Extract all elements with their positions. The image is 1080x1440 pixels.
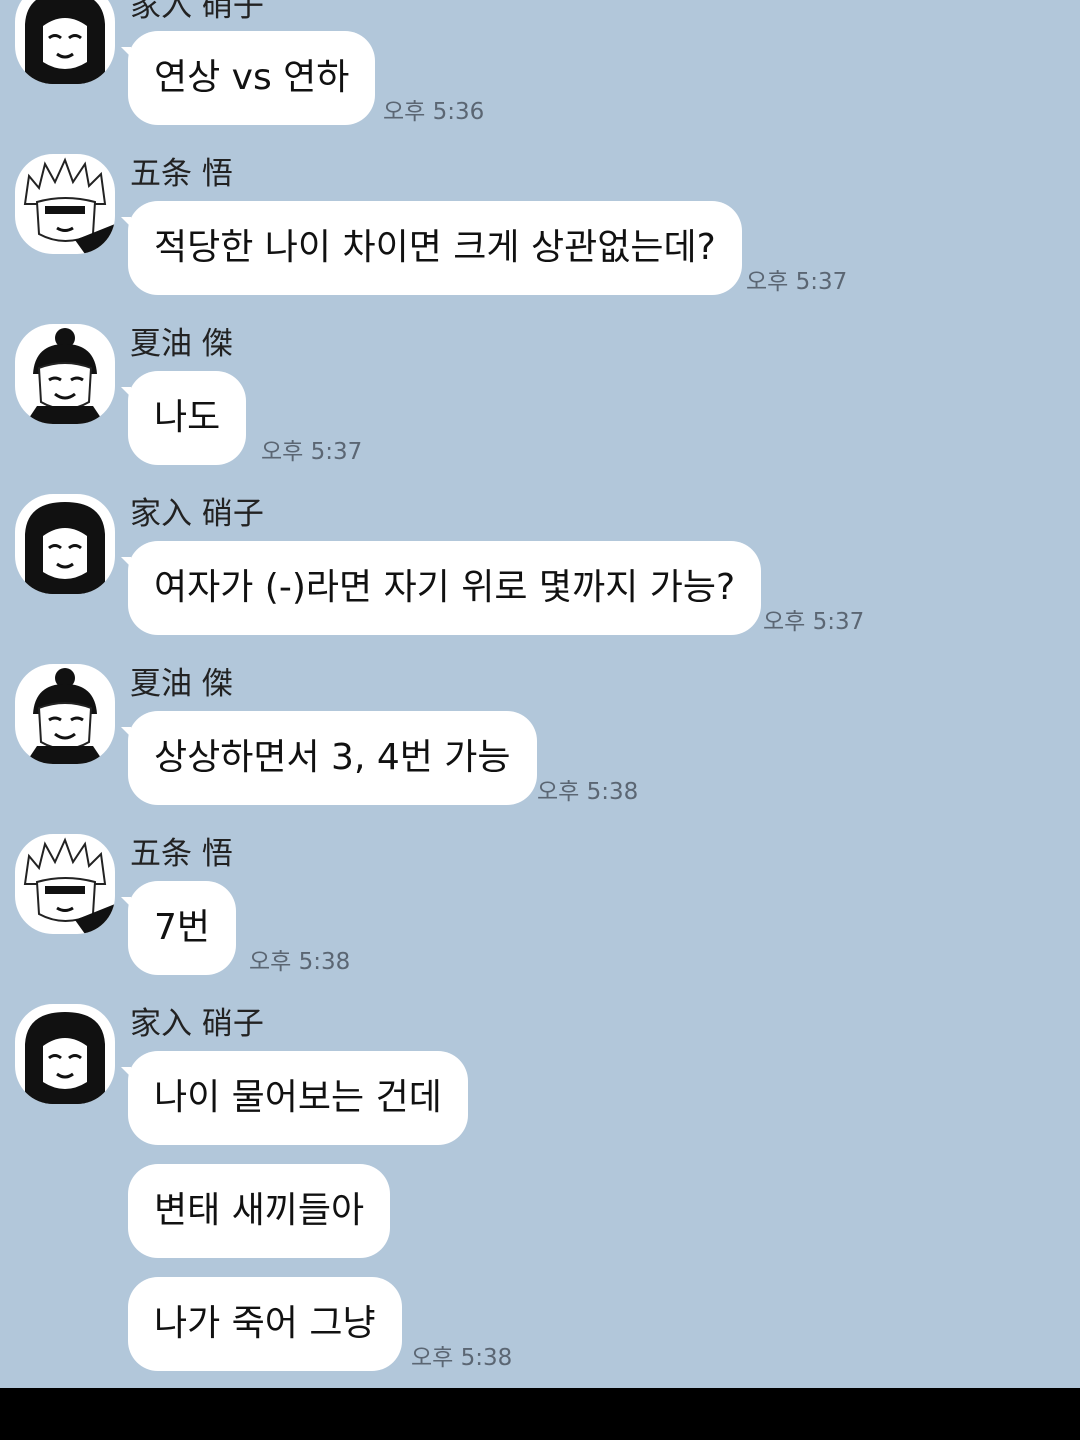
sender-name: 五条 悟 — [130, 156, 233, 192]
message-bubble[interactable]: 상상하면서 3, 4번 가능 — [121, 711, 537, 805]
sender-name: 家入 硝子 — [130, 496, 264, 532]
sender-name: 家入 硝子 — [130, 1006, 264, 1042]
sender-name: 五条 悟 — [130, 836, 233, 872]
sender-name: 家入 硝子 — [130, 0, 264, 24]
message-time: 오후 5:37 — [763, 609, 865, 635]
shoko-avatar-icon[interactable] — [15, 1004, 115, 1104]
chat-area[interactable]: 家入 硝子 연상 vs 연하 오후 5:36 五条 悟 적당한 나이 차이면 크… — [0, 0, 1080, 1388]
message-bubble[interactable]: 나도 — [120, 371, 247, 465]
message-bubble[interactable]: 나가 죽어 그냥 — [128, 1277, 402, 1371]
message-time: 오후 5:36 — [383, 99, 485, 125]
message-time: 오후 5:38 — [411, 1345, 513, 1371]
shoko-avatar-icon[interactable] — [15, 494, 115, 594]
message-bubble[interactable]: 나이 물어보는 건데 — [121, 1051, 468, 1145]
message-time: 오후 5:38 — [537, 779, 639, 805]
message-time: 오후 5:38 — [249, 949, 351, 975]
gojo-avatar-icon[interactable] — [15, 154, 115, 254]
message-bubble[interactable]: 연상 vs 연하 — [120, 31, 376, 125]
message-bubble[interactable]: 여자가 (-)라면 자기 위로 몇까지 가능? — [120, 541, 762, 635]
shoko-avatar-icon[interactable] — [15, 0, 115, 84]
message-time: 오후 5:37 — [746, 269, 848, 295]
bottom-bar — [0, 1388, 1080, 1440]
sender-name: 夏油 傑 — [130, 666, 233, 702]
message-bubble[interactable]: 변태 새끼들아 — [128, 1164, 391, 1258]
message-time: 오후 5:37 — [261, 439, 363, 465]
message-bubble[interactable]: 7번 — [120, 881, 237, 975]
message-bubble[interactable]: 적당한 나이 차이면 크게 상관없는데? — [121, 201, 742, 295]
gojo-avatar-icon[interactable] — [15, 834, 115, 934]
geto-avatar-icon[interactable] — [15, 664, 115, 764]
sender-name: 夏油 傑 — [130, 326, 233, 362]
geto-avatar-icon[interactable] — [15, 324, 115, 424]
